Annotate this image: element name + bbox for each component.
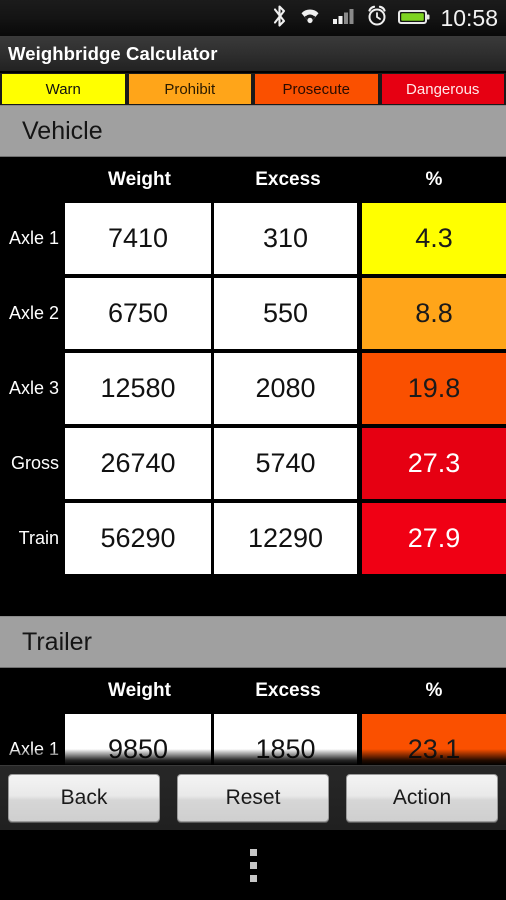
table-row: Axle 1 7410 310 4.3 [0, 203, 506, 274]
table-row: Axle 2 6750 550 8.8 [0, 278, 506, 349]
table-row: Axle 1 9850 1850 23.1 [0, 714, 506, 765]
table-row: Train 56290 12290 27.9 [0, 503, 506, 574]
legend-label-prosecute: Prosecute [282, 80, 351, 98]
status-icons [271, 4, 430, 33]
column-header-percent: % [425, 169, 443, 190]
battery-icon [398, 4, 430, 33]
cell-excess: 5740 [214, 428, 357, 499]
cell-excess: 550 [214, 278, 357, 349]
column-header-weight: Weight [108, 680, 171, 701]
legend-label-dangerous: Dangerous [406, 80, 480, 98]
results-scroll-area[interactable]: Vehicle Weight Excess % Axle 1 7410 310 … [0, 105, 506, 765]
column-header-weight: Weight [108, 169, 171, 190]
legend-label-warn: Warn [45, 80, 81, 98]
reset-button[interactable]: Reset [177, 774, 329, 822]
cell-weight: 56290 [65, 503, 211, 574]
cell-percent: 23.1 [362, 714, 506, 765]
column-header-excess: Excess [255, 680, 321, 701]
table-row: Axle 3 12580 2080 19.8 [0, 353, 506, 424]
section-header-vehicle: Vehicle [0, 105, 506, 157]
cell-excess: 310 [214, 203, 357, 274]
cell-excess: 1850 [214, 714, 357, 765]
menu-dot [249, 861, 257, 869]
section-title-vehicle: Vehicle [22, 116, 103, 145]
cell-percent: 27.9 [362, 503, 506, 574]
column-header-percent: % [425, 680, 443, 701]
section-title-trailer: Trailer [22, 627, 92, 656]
bluetooth-icon [271, 4, 288, 33]
cell-percent: 27.3 [362, 428, 506, 499]
cell-percent: 4.3 [362, 203, 506, 274]
legend-item-warn: Warn [2, 74, 125, 104]
status-bar: 10:58 [0, 0, 506, 36]
status-clock: 10:58 [440, 4, 498, 31]
row-label: Axle 3 [0, 353, 65, 424]
section-header-trailer: Trailer [0, 616, 506, 668]
action-button-bar: Back Reset Action [0, 765, 506, 830]
wifi-icon [297, 4, 323, 33]
app-title: Weighbridge Calculator [8, 42, 218, 64]
alarm-icon [365, 4, 389, 33]
row-label: Train [0, 503, 65, 574]
cell-weight: 6750 [65, 278, 211, 349]
legend-label-prohibit: Prohibit [164, 80, 216, 98]
column-headers-vehicle: Weight Excess % [0, 157, 506, 203]
cell-weight: 12580 [65, 353, 211, 424]
menu-dot [249, 848, 257, 856]
row-label: Axle 1 [0, 203, 65, 274]
cell-weight: 7410 [65, 203, 211, 274]
cell-percent: 19.8 [362, 353, 506, 424]
legend-item-prosecute: Prosecute [255, 74, 378, 104]
row-label: Axle 1 [0, 714, 65, 765]
cell-weight: 9850 [65, 714, 211, 765]
signal-icon [332, 4, 356, 33]
row-label: Axle 2 [0, 278, 65, 349]
legend-item-prohibit: Prohibit [128, 74, 251, 104]
legend-item-dangerous: Dangerous [381, 74, 504, 104]
cell-weight: 26740 [65, 428, 211, 499]
severity-legend: Warn Prohibit Prosecute Dangerous [0, 73, 506, 105]
action-button[interactable]: Action [346, 774, 498, 822]
column-headers-trailer: Weight Excess % [0, 668, 506, 714]
row-label: Gross [0, 428, 65, 499]
cell-excess: 12290 [214, 503, 357, 574]
back-button[interactable]: Back [8, 774, 160, 822]
overflow-menu-icon[interactable] [249, 848, 257, 882]
table-row: Gross 26740 5740 27.3 [0, 428, 506, 499]
section-divider [0, 578, 506, 616]
app-screen: 10:58 Weighbridge Calculator Warn Prohib… [0, 0, 506, 900]
system-nav-bar [0, 830, 506, 900]
menu-dot [249, 874, 257, 882]
app-title-bar: Weighbridge Calculator [0, 36, 506, 72]
column-header-excess: Excess [255, 169, 321, 190]
cell-excess: 2080 [214, 353, 357, 424]
cell-percent: 8.8 [362, 278, 506, 349]
